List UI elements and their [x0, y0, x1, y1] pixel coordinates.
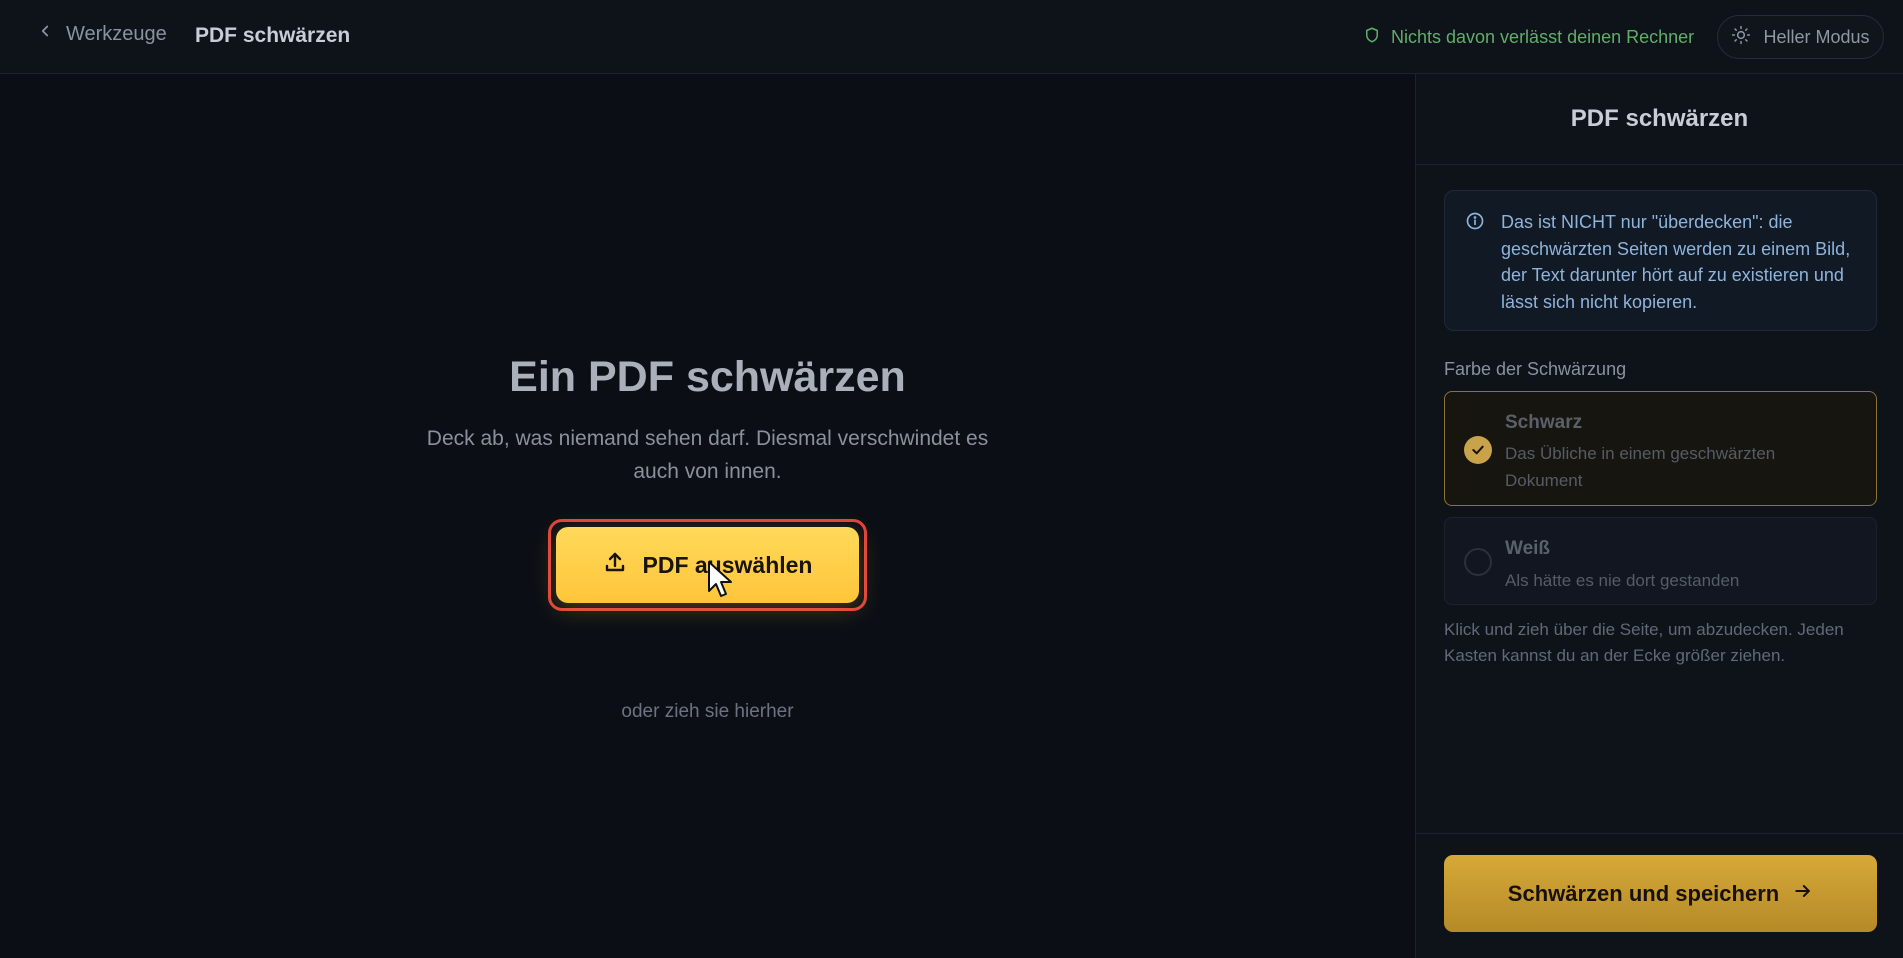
- sun-icon: [1731, 25, 1751, 50]
- check-icon: [1470, 442, 1486, 458]
- hero-title: Ein PDF schwärzen: [509, 353, 906, 401]
- radio-selected[interactable]: [1464, 436, 1492, 464]
- light-mode-toggle[interactable]: Heller Modus: [1717, 15, 1884, 59]
- color-option-white[interactable]: Weiß Als hätte es nie dort gestanden: [1444, 517, 1877, 605]
- panel-footer: Schwärzen und speichern: [1416, 833, 1903, 958]
- upload-button-focus-ring: PDF auswählen: [548, 519, 867, 611]
- option-title: Schwarz: [1505, 412, 1583, 433]
- select-pdf-label: PDF auswählen: [642, 551, 813, 578]
- color-option-black[interactable]: Schwarz Das Übliche in einem geschwärzte…: [1444, 391, 1877, 506]
- radio-unselected[interactable]: [1464, 548, 1492, 576]
- option-description: Als hätte es nie dort gestanden: [1505, 571, 1740, 590]
- upload-area[interactable]: Ein PDF schwärzen Deck ab, was niemand s…: [0, 74, 1415, 958]
- info-box: Das ist NICHT nur "überdecken": die gesc…: [1444, 190, 1877, 331]
- page-title: PDF schwärzen: [195, 24, 351, 47]
- usage-hint: Klick und zieh über die Seite, um abzude…: [1444, 620, 1844, 665]
- shield-icon: [1363, 26, 1381, 49]
- arrow-right-icon: [1793, 881, 1813, 907]
- panel-title: PDF schwärzen: [1416, 74, 1903, 165]
- hero-subtitle: Deck ab, was niemand sehen darf. Diesmal…: [426, 427, 989, 483]
- top-bar: Werkzeuge PDF schwärzen Nichts davon ver…: [0, 0, 1903, 74]
- info-text: Das ist NICHT nur "überdecken": die gesc…: [1501, 212, 1851, 312]
- chevron-left-icon: [36, 22, 54, 46]
- light-mode-label: Heller Modus: [1763, 26, 1870, 47]
- back-link[interactable]: Werkzeuge: [36, 22, 167, 46]
- settings-panel: PDF schwärzen Das ist NICHT nur "überdec…: [1415, 74, 1903, 958]
- color-section-label: Farbe der Schwärzung: [1444, 359, 1627, 379]
- drop-hint: oder zieh sie hierher: [621, 701, 794, 722]
- info-icon: [1465, 209, 1485, 330]
- back-link-label: Werkzeuge: [66, 22, 167, 45]
- save-button-label: Schwärzen und speichern: [1507, 880, 1780, 906]
- upload-icon: [603, 550, 627, 580]
- select-pdf-button[interactable]: PDF auswählen: [556, 527, 859, 603]
- redact-and-save-button[interactable]: Schwärzen und speichern: [1444, 855, 1877, 932]
- privacy-notice: Nichts davon verlässt deinen Rechner: [1363, 26, 1694, 49]
- option-title: Weiß: [1505, 538, 1551, 559]
- privacy-notice-text: Nichts davon verlässt deinen Rechner: [1391, 27, 1695, 47]
- option-description: Das Übliche in einem geschwärzten Dokume…: [1505, 444, 1776, 490]
